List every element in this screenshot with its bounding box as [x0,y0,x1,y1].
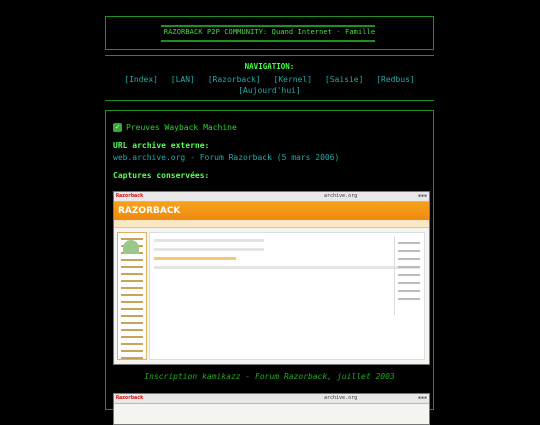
captures-label: Captures conservées: [113,171,210,180]
forum-nav-strip [114,220,429,228]
archive-toolbar: Razorback archive.org ▪▪▪ [114,394,429,404]
archive-label: URL archive externe: [113,141,210,150]
nav-link-redbus[interactable]: [Redbus] [376,75,415,84]
header-rule-top [161,25,375,27]
nav-link-aujourdhui[interactable]: [Aujourd'hui] [238,86,301,95]
nav-link-kernel[interactable]: [Kernel] [274,75,313,84]
toolbar-buttons-icon: ▪▪▪ [417,193,427,199]
avatar [123,240,139,254]
nav-links: [Index] [LAN] [Razorback] [Kernel] [Sais… [105,74,434,96]
nav-link-index[interactable]: [Index] [124,75,158,84]
forum-right-column [394,236,423,316]
archive-mark: archive.org [324,193,358,199]
toolbar-buttons-icon: ▪▪▪ [417,395,427,401]
forum-post-area [149,232,425,360]
wayback-heading: ✓ Preuves Wayback Machine [113,123,237,132]
forum-screenshot[interactable]: Razorback archive.org ▪▪▪ RAZORBACK [113,191,430,365]
toolbar-logo: Razorback [116,395,144,401]
forum-screenshot-2[interactable]: Razorback archive.org ▪▪▪ [113,393,430,425]
divider [105,100,434,101]
site-title: RAZORBACK P2P COMMUNITY: Quand Internet … [163,28,376,36]
nav-link-saisie[interactable]: [Saisie] [325,75,364,84]
checkmark-icon: ✓ [113,123,122,132]
wayback-title: Preuves Wayback Machine [126,123,237,132]
archive-mark: archive.org [324,395,358,401]
navigation: NAVIGATION: [Index] [LAN] [Razorback] [K… [105,62,434,96]
nav-heading: NAVIGATION: [244,62,295,71]
forum-banner: RAZORBACK [114,202,429,220]
forum-brand: RAZORBACK [118,206,181,216]
header-box: RAZORBACK P2P COMMUNITY: Quand Internet … [105,16,434,50]
header-rule-bottom [161,40,375,42]
nav-link-lan[interactable]: [LAN] [171,75,195,84]
toolbar-logo: Razorback [116,193,144,199]
nav-link-razorback[interactable]: [Razorback] [208,75,261,84]
content-box: ✓ Preuves Wayback Machine URL archive ext… [105,110,434,425]
divider [105,55,434,56]
archive-toolbar: Razorback archive.org ▪▪▪ [114,192,429,202]
screenshot-caption: Inscription kamikazz - Forum Razorback, … [144,372,395,381]
archive-link[interactable]: web.archive.org - Forum Razorback (5 mar… [113,153,339,162]
